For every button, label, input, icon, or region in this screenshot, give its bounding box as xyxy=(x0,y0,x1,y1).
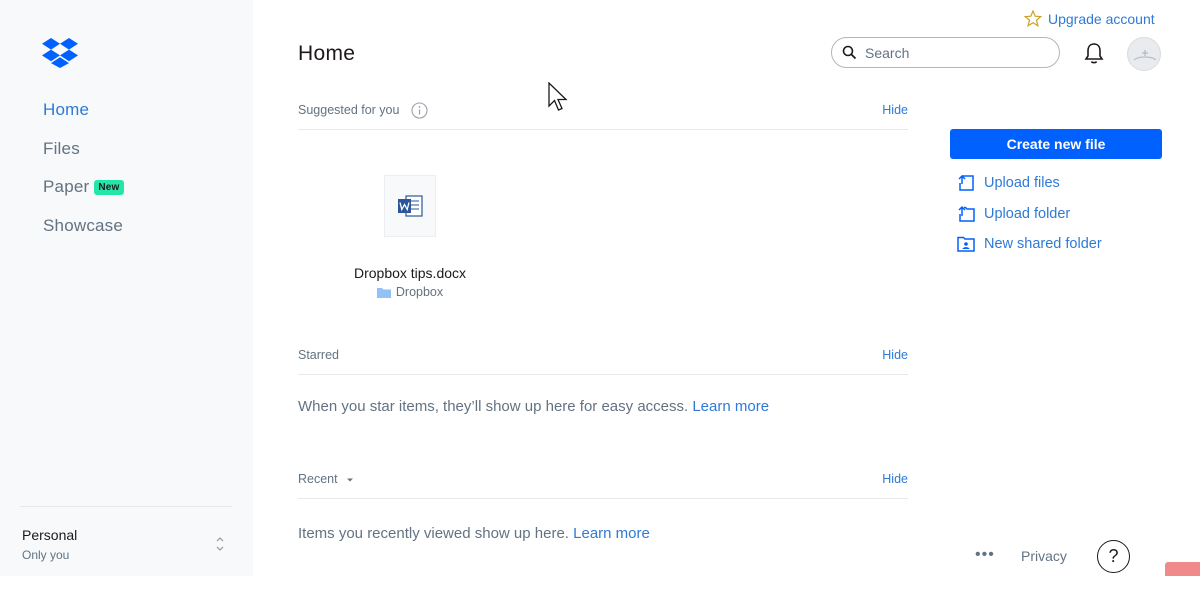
mouse-cursor-icon xyxy=(548,82,568,111)
privacy-link[interactable]: Privacy xyxy=(1021,548,1067,564)
search-icon xyxy=(842,45,857,60)
suggested-title: Suggested for you xyxy=(298,102,400,117)
overlay-badge xyxy=(1165,562,1200,576)
caret-down-icon xyxy=(347,478,354,482)
bottom-strip xyxy=(0,576,1200,600)
upload-files-label: Upload files xyxy=(984,174,1060,191)
upgrade-account-link[interactable]: Upgrade account xyxy=(1024,10,1155,27)
sidebar-divider xyxy=(20,506,232,507)
sidebar-item-paper[interactable]: Paper New xyxy=(43,175,124,214)
shared-folder-icon xyxy=(957,236,975,252)
page-title: Home xyxy=(298,42,356,65)
recent-title: Recent xyxy=(298,472,338,486)
help-icon: ? xyxy=(1108,546,1119,566)
upload-files-icon xyxy=(958,174,974,191)
sidebar-item-label: Home xyxy=(43,100,90,119)
info-icon[interactable] xyxy=(411,101,428,119)
sidebar-item-showcase[interactable]: Showcase xyxy=(43,214,124,253)
user-avatar-icon xyxy=(1133,50,1157,61)
recent-dropdown[interactable]: Recent xyxy=(298,472,355,486)
starred-empty-message: When you star items, they’ll show up her… xyxy=(298,398,769,415)
account-name: Personal xyxy=(22,527,78,543)
upload-folder-action[interactable]: Upload folder xyxy=(957,205,1070,222)
create-new-file-button[interactable]: Create new file xyxy=(950,129,1162,159)
new-shared-folder-label: New shared folder xyxy=(984,235,1102,252)
recent-header: Recent Hide xyxy=(298,467,908,491)
sidebar-item-label: Showcase xyxy=(43,215,124,235)
section-divider xyxy=(298,374,908,375)
starred-learn-more-link[interactable]: Learn more xyxy=(692,398,769,415)
folder-icon xyxy=(376,287,391,298)
word-doc-icon xyxy=(398,195,423,217)
upgrade-label: Upgrade account xyxy=(1048,10,1155,27)
sidebar-item-label: Paper xyxy=(43,177,90,196)
file-thumbnail xyxy=(384,175,436,237)
bell-icon[interactable] xyxy=(1083,41,1105,65)
hide-suggested-link[interactable]: Hide xyxy=(882,103,908,117)
upload-files-action[interactable]: Upload files xyxy=(957,174,1060,191)
sidebar-nav: Home Files Paper New Showcase xyxy=(43,98,124,252)
sidebar-item-label: Files xyxy=(43,138,80,158)
help-button[interactable]: ? xyxy=(1097,540,1130,573)
starred-title: Starred xyxy=(298,348,339,362)
file-location-label: Dropbox xyxy=(395,285,444,299)
account-switcher[interactable]: Personal Only you xyxy=(22,526,77,564)
search-input[interactable] xyxy=(865,44,1045,61)
recent-empty-text: Items you recently viewed show up here. xyxy=(298,525,569,542)
file-location[interactable]: Dropbox xyxy=(340,285,480,299)
recent-empty-message: Items you recently viewed show up here. … xyxy=(298,525,650,542)
file-name: Dropbox tips.docx xyxy=(353,265,467,281)
hide-recent-link[interactable]: Hide xyxy=(882,472,908,486)
suggested-header: Suggested for you Hide xyxy=(298,98,908,122)
account-sub: Only you xyxy=(22,548,70,562)
recent-learn-more-link[interactable]: Learn more xyxy=(573,525,650,542)
upload-folder-icon xyxy=(958,205,975,222)
new-shared-folder-action[interactable]: New shared folder xyxy=(957,235,1102,252)
more-options-button[interactable]: ••• xyxy=(975,546,995,564)
sidebar-item-home[interactable]: Home xyxy=(43,98,124,137)
upload-folder-label: Upload folder xyxy=(984,205,1071,222)
search-box[interactable] xyxy=(831,37,1060,68)
sidebar-item-files[interactable]: Files xyxy=(43,137,124,176)
hide-starred-link[interactable]: Hide xyxy=(882,348,908,362)
section-divider xyxy=(298,498,908,499)
starred-empty-text: When you star items, they’ll show up her… xyxy=(298,398,689,415)
star-icon xyxy=(1024,10,1042,27)
new-badge: New xyxy=(94,180,124,195)
suggested-file-card[interactable]: Dropbox tips.docx Dropbox xyxy=(340,175,480,299)
section-divider xyxy=(298,129,908,130)
sidebar: Home Files Paper New Showcase Personal O… xyxy=(0,0,253,576)
avatar[interactable] xyxy=(1127,37,1161,71)
starred-header: Starred Hide xyxy=(298,343,908,367)
dropbox-logo-icon[interactable] xyxy=(42,38,78,68)
chevron-up-down-icon[interactable] xyxy=(214,535,226,553)
